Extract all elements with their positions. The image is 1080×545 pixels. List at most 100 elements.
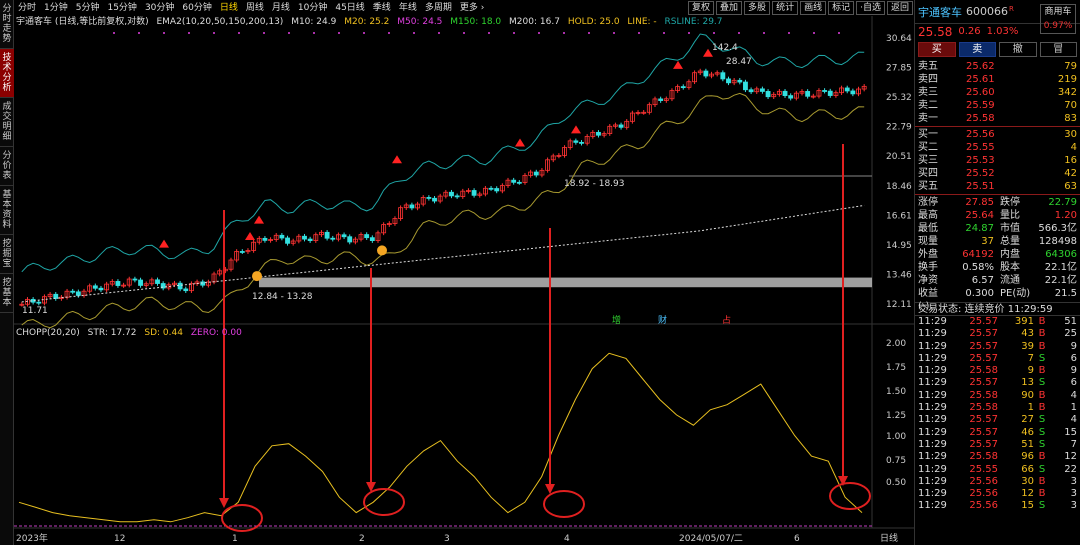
- period-tab[interactable]: 多周期: [421, 0, 456, 16]
- period-tab[interactable]: 更多 ›: [456, 0, 488, 16]
- side-tab-2[interactable]: 成交明细: [0, 98, 14, 147]
- side-tab-6[interactable]: 挖基本: [0, 274, 14, 313]
- top-marker-dot: [363, 32, 365, 34]
- period-tab[interactable]: 周线: [242, 0, 268, 16]
- tick-price: 25.58: [969, 365, 998, 377]
- tick-time: 11:29: [918, 488, 947, 500]
- level-price: 25.61: [966, 74, 995, 85]
- tick-row: 11:29 25.58 9 B 9: [915, 365, 1080, 377]
- quote-key: 市值: [1000, 223, 1020, 234]
- tick-list[interactable]: 11:29 25.57 391 B 51 11:29 25.57 43 B 25 11:29 25.5…: [915, 316, 1080, 513]
- toolbar-button[interactable]: 标记: [828, 1, 855, 15]
- m200-legend: M200: 16.7: [509, 17, 560, 27]
- side-tab-3[interactable]: 分价表: [0, 147, 14, 186]
- chart-area[interactable]: 30.64 27.85 25.32 22.79 20.51 18.46 16.61 14.95…: [14, 16, 914, 545]
- toolbar-button[interactable]: 统计: [772, 1, 799, 15]
- candle-body: [324, 231, 330, 239]
- candle-body: [850, 90, 856, 95]
- top-marker-dot: [738, 32, 740, 34]
- toolbar-button[interactable]: ·自选: [856, 1, 885, 15]
- period-tab[interactable]: 日线: [216, 0, 242, 16]
- candle-body: [844, 87, 850, 92]
- tick-count: 51: [1064, 316, 1077, 327]
- level-label: 卖一: [918, 113, 938, 124]
- period-tab[interactable]: 60分钟: [178, 0, 215, 16]
- side-tab-4[interactable]: 基本资料: [0, 186, 14, 235]
- period-tab[interactable]: 分时: [14, 0, 40, 16]
- quote-value: 0.300: [965, 288, 994, 299]
- tick-count: 4: [1070, 389, 1077, 401]
- quote-value: 22.79: [1048, 197, 1077, 208]
- level-volume: 342: [1057, 87, 1077, 98]
- side-tab-0[interactable]: 分时走势: [0, 0, 14, 49]
- tick-row: 11:29 25.58 96 B 12: [915, 451, 1080, 463]
- book-divider: [915, 194, 1080, 195]
- sector-badge[interactable]: 商用车 0.97%: [1040, 4, 1076, 34]
- tick-time: 11:29: [918, 389, 947, 401]
- quote-key: 总量: [1000, 236, 1020, 247]
- level-price: 25.60: [966, 87, 995, 98]
- quote-key: 换手: [918, 262, 938, 273]
- kline-chart[interactable]: 30.64 27.85 25.32 22.79 20.51 18.46 16.61 14.95…: [14, 16, 914, 545]
- quote-key: 量比: [1000, 210, 1020, 221]
- level-label: 卖五: [918, 61, 938, 72]
- period-tab[interactable]: 月线: [268, 0, 294, 16]
- candle-body: [805, 91, 811, 97]
- other-button[interactable]: 冒: [1039, 42, 1077, 57]
- toolbar-button[interactable]: 叠加: [716, 1, 743, 15]
- signal-triangle: [571, 125, 581, 134]
- side-tab-5[interactable]: 挖掘宝: [0, 235, 14, 274]
- period-tab[interactable]: 10分钟: [294, 0, 331, 16]
- top-marker-dot: [813, 32, 815, 34]
- candle-body: [70, 290, 76, 293]
- top-marker-dot: [113, 32, 115, 34]
- period-tab[interactable]: 45日线: [331, 0, 368, 16]
- price-tick-label: 12.11: [886, 300, 912, 310]
- candle-body: [239, 251, 245, 253]
- top-marker-dot: [513, 32, 515, 34]
- period-tab[interactable]: 1分钟: [40, 0, 72, 16]
- sub-legend: CHOPP(20,20) STR: 17.72 SD: 0.44 ZERO: 0…: [16, 327, 247, 339]
- toolbar-button[interactable]: 返回: [886, 1, 913, 15]
- quote-panel: 宇通客车 600066 R 商用车 0.97% 25.58 0.26 1.03%…: [914, 0, 1080, 545]
- tick-side: B: [1038, 365, 1046, 377]
- book-divider: [915, 126, 1080, 127]
- candle-body: [132, 278, 138, 281]
- buy-button[interactable]: 买: [918, 42, 956, 57]
- level-label: 卖四: [918, 74, 938, 85]
- level-label: 买二: [918, 142, 938, 153]
- side-tab-1[interactable]: 技术分析: [0, 49, 14, 98]
- candle-body: [92, 285, 98, 289]
- level-price: 25.53: [966, 155, 995, 166]
- sector-change: 0.97%: [1043, 21, 1073, 31]
- period-tab[interactable]: 年线: [395, 0, 421, 16]
- price-tick-label: 20.51: [886, 152, 912, 162]
- trade-buttons: 买 卖 撤 冒: [915, 40, 1080, 60]
- tick-count: 1: [1070, 402, 1077, 414]
- price-tick-label: 27.85: [886, 64, 912, 74]
- tick-count: 7: [1070, 438, 1077, 450]
- period-tab[interactable]: 30分钟: [141, 0, 178, 16]
- sell-button[interactable]: 卖: [958, 42, 996, 57]
- period-tab[interactable]: 季线: [369, 0, 395, 16]
- period-tab[interactable]: 5分钟: [72, 0, 104, 16]
- toolbar-button[interactable]: 画线: [800, 1, 827, 15]
- toolbar-button[interactable]: 复权: [688, 1, 715, 15]
- period-tab[interactable]: 15分钟: [103, 0, 140, 16]
- price-tick-label: 22.79: [886, 123, 912, 133]
- tick-row: 11:29 25.56 15 S 3: [915, 500, 1080, 512]
- tick-row: 11:29 25.57 51 S 7: [915, 439, 1080, 451]
- level-price: 25.59: [966, 100, 995, 111]
- tick-time: 11:29: [918, 463, 947, 475]
- tick-time: 11:29: [918, 451, 947, 463]
- tick-volume: 12: [1021, 488, 1034, 500]
- cancel-button[interactable]: 撤: [999, 42, 1037, 57]
- tick-volume: 391: [1014, 316, 1034, 327]
- candle-body: [279, 234, 285, 239]
- buy-level: 买三 25.53 16: [915, 154, 1080, 167]
- tick-side: B: [1038, 451, 1046, 463]
- last-price: 25.58: [918, 25, 953, 39]
- tick-price: 25.57: [969, 414, 998, 426]
- toolbar-button[interactable]: 多股: [744, 1, 771, 15]
- tick-price: 25.58: [969, 402, 998, 414]
